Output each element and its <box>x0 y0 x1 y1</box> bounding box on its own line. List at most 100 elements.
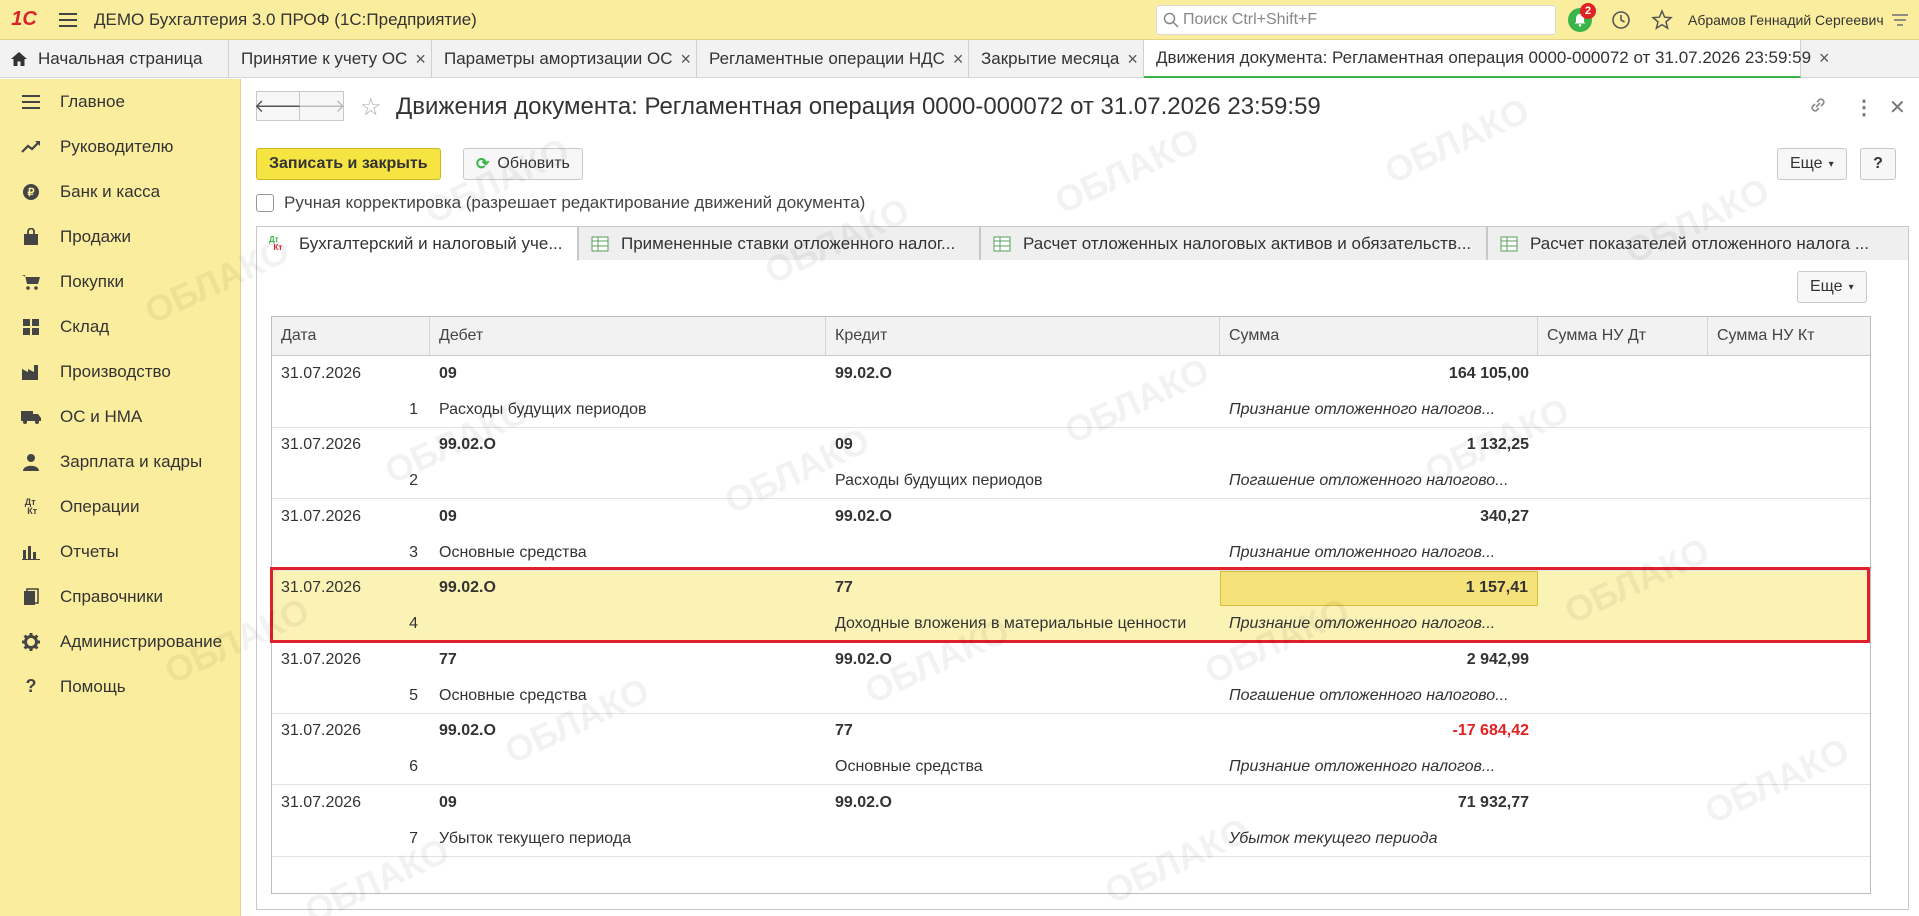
subtab-label: Расчет отложенных налоговых активов и об… <box>1023 233 1472 253</box>
gear-icon <box>20 631 42 653</box>
cell-debit-subconto <box>430 750 826 785</box>
cell-content: Погашение отложенного налогово... <box>1229 686 1509 704</box>
sidebar-item-sales[interactable]: Продажи <box>0 214 240 259</box>
hamburger-menu-icon[interactable] <box>48 12 88 27</box>
column-header-debit[interactable]: Дебет <box>430 317 826 355</box>
table-row[interactable]: 31.07.2026 09 99.02.О 164 105,00 1 Расхо… <box>272 356 1870 428</box>
column-header-date[interactable]: Дата <box>272 317 430 355</box>
tab-document-movements[interactable]: Движения документа: Регламентная операци… <box>1144 40 1830 78</box>
cell-empty <box>1538 821 1708 856</box>
cell-empty <box>1538 535 1708 570</box>
app-logo[interactable]: 1С <box>0 0 48 40</box>
tab-month-close[interactable]: Закрытие месяца × <box>969 40 1144 78</box>
close-icon[interactable]: × <box>681 49 692 70</box>
close-icon[interactable]: × <box>1127 49 1138 70</box>
manual-correction-row[interactable]: Ручная корректировка (разрешает редактир… <box>256 193 865 213</box>
forward-arrow-icon[interactable]: 🡒 <box>297 91 346 121</box>
more-vertical-icon[interactable]: ⋮ <box>1854 95 1874 120</box>
help-button[interactable]: ? <box>1860 148 1896 180</box>
cell-empty <box>1538 392 1708 427</box>
table-row[interactable]: 31.07.2026 09 99.02.О 340,27 3 Основные … <box>272 499 1870 571</box>
favorite-star-icon[interactable]: ☆ <box>360 93 382 122</box>
cell-sum: 1 157,41 <box>1220 570 1538 606</box>
sidebar-item-purchases[interactable]: Покупки <box>0 259 240 304</box>
close-icon[interactable]: × <box>1819 48 1830 69</box>
tab-vat-operations[interactable]: Регламентные операции НДС × <box>697 40 969 78</box>
refresh-button[interactable]: ⟳ Обновить <box>463 148 583 180</box>
column-header-sum[interactable]: Сумма <box>1220 317 1538 355</box>
sidebar-item-reports[interactable]: Отчеты <box>0 529 240 574</box>
chevron-down-icon: ▾ <box>1848 281 1854 293</box>
save-and-close-button[interactable]: Записать и закрыть <box>256 148 441 180</box>
subtab-label: Примененные ставки отложенного налог... <box>621 233 956 253</box>
sidebar-item-fixed-assets[interactable]: ОС и НМА <box>0 394 240 439</box>
sidebar-item-manager[interactable]: Руководителю <box>0 124 240 169</box>
movements-table[interactable]: Дата Дебет Кредит Сумма Сумма НУ Дт Сумм… <box>271 316 1871 894</box>
cell-debit: 99.02.О <box>439 722 496 739</box>
column-header-credit[interactable]: Кредит <box>826 317 1220 355</box>
history-nav: 🡐 🡒 <box>254 91 346 121</box>
cell-sum-nu-kt <box>1708 571 1870 606</box>
cell-sum-nu-dt <box>1538 499 1708 534</box>
cell-sum-nu-kt <box>1708 499 1870 534</box>
link-icon[interactable] <box>1808 95 1828 121</box>
user-name[interactable]: Абрамов Геннадий Сергеевич <box>1688 12 1884 28</box>
close-icon[interactable]: ✕ <box>1889 95 1906 120</box>
more-button[interactable]: Еще ▾ <box>1777 148 1847 180</box>
sidebar-item-operations[interactable]: Дт Кт Операции <box>0 484 240 529</box>
subtab-applied-rates[interactable]: Примененные ставки отложенного налог... <box>578 226 980 260</box>
factory-icon <box>20 361 42 383</box>
search-input[interactable]: Поиск Ctrl+Shift+F <box>1156 5 1556 35</box>
warehouse-icon <box>20 316 42 338</box>
cell-credit-subconto <box>826 392 1220 427</box>
settings-filter-icon[interactable] <box>1886 6 1914 34</box>
sidebar-item-references[interactable]: Справочники <box>0 574 240 619</box>
sidebar-item-main[interactable]: Главное <box>0 79 240 124</box>
favorites-star-icon[interactable] <box>1648 6 1676 34</box>
tab-os-acceptance[interactable]: Принятие к учету ОС × <box>229 40 432 78</box>
table-more-button[interactable]: Еще ▾ <box>1797 271 1867 303</box>
cell-empty <box>1538 678 1708 713</box>
cell-credit-subconto <box>826 678 1220 713</box>
subtab-deferred-indicators[interactable]: Расчет показателей отложенного налога ..… <box>1487 226 1909 260</box>
cell-empty <box>1708 392 1870 427</box>
cell-sum: 1 132,25 <box>1466 436 1529 453</box>
close-icon[interactable]: × <box>953 49 964 70</box>
cell-date: 31.07.2026 <box>281 364 362 382</box>
close-icon[interactable]: × <box>415 49 426 70</box>
cell-credit: 99.02.О <box>835 793 892 811</box>
history-icon[interactable] <box>1607 6 1635 34</box>
table-row[interactable]: 31.07.2026 99.02.О 77 1 157,41 4 Доходны… <box>272 570 1870 642</box>
table-row[interactable]: 31.07.2026 99.02.О 09 1 132,25 2 Расходы… <box>272 428 1870 499</box>
column-header-sum-nu-dt[interactable]: Сумма НУ Дт <box>1538 317 1708 355</box>
column-header-sum-nu-kt[interactable]: Сумма НУ Кт <box>1708 317 1870 355</box>
cell-content: Признание отложенного налогов... <box>1229 615 1496 632</box>
notification-count-badge: 2 <box>1580 3 1596 19</box>
table-row[interactable]: 31.07.2026 99.02.О 77 -17 684,42 6 Основ… <box>272 714 1870 785</box>
tab-home[interactable]: Начальная страница <box>0 40 229 78</box>
sidebar-item-label: Покупки <box>60 271 124 291</box>
table-row[interactable]: 31.07.2026 77 99.02.О 2 942,99 5 Основны… <box>272 642 1870 714</box>
refresh-icon: ⟳ <box>476 156 490 173</box>
subtab-accounting[interactable]: Дт Кт Бухгалтерский и налоговый уче... <box>256 226 578 261</box>
cell-row-number: 1 <box>409 400 418 418</box>
sidebar-item-production[interactable]: Производство <box>0 349 240 394</box>
sidebar-item-warehouse[interactable]: Склад <box>0 304 240 349</box>
subtab-deferred-calc[interactable]: Расчет отложенных налоговых активов и об… <box>980 226 1487 260</box>
table-row[interactable]: 31.07.2026 09 99.02.О 71 932,77 7 Убыток… <box>272 785 1870 857</box>
back-arrow-icon[interactable]: 🡐 <box>254 91 302 121</box>
notifications-button[interactable]: 2 <box>1566 3 1596 34</box>
table-icon <box>1500 236 1518 251</box>
sidebar-item-bank[interactable]: ₽ Банк и касса <box>0 169 240 214</box>
cell-sum-nu-dt <box>1538 356 1708 391</box>
tab-label: Регламентные операции НДС <box>709 49 945 68</box>
cell-sum: 340,27 <box>1480 507 1529 525</box>
sidebar-item-label: Зарплата и кадры <box>60 451 203 471</box>
sidebar-item-label: Продажи <box>60 226 131 246</box>
manual-correction-checkbox[interactable] <box>256 194 274 212</box>
cell-sum: 164 105,00 <box>1448 364 1529 382</box>
tab-depreciation-params[interactable]: Параметры амортизации ОС × <box>432 40 697 78</box>
sidebar-item-admin[interactable]: Администрирование <box>0 619 240 664</box>
sidebar-item-help[interactable]: ? Помощь <box>0 664 240 709</box>
sidebar-item-salary[interactable]: Зарплата и кадры <box>0 439 240 484</box>
